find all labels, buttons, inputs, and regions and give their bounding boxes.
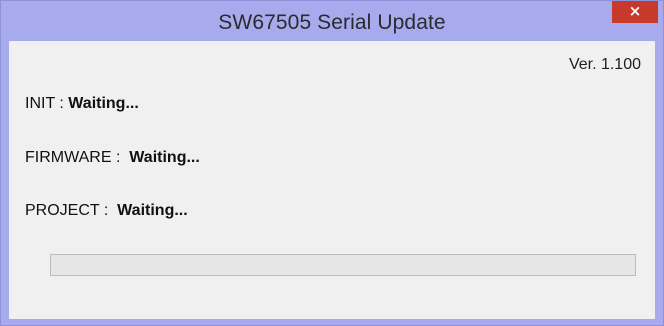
update-window: SW67505 Serial Update × Ver. 1.100 INIT … [0, 0, 664, 326]
firmware-separator: : [111, 149, 130, 166]
close-icon: × [628, 2, 642, 20]
title-bar[interactable]: SW67505 Serial Update × [1, 1, 663, 41]
init-status-value: Waiting... [68, 95, 139, 112]
project-status-row: PROJECT : Waiting... [25, 202, 188, 220]
project-label: PROJECT [25, 202, 100, 219]
firmware-status-value: Waiting... [129, 149, 200, 166]
init-label: INIT [25, 95, 55, 112]
firmware-status-row: FIRMWARE : Waiting... [25, 149, 200, 167]
firmware-label: FIRMWARE [25, 149, 112, 166]
project-separator: : [99, 202, 118, 219]
window-title: SW67505 Serial Update [218, 11, 446, 34]
init-separator: : [54, 95, 69, 112]
project-status-value: Waiting... [117, 202, 188, 219]
progress-bar [50, 254, 636, 276]
client-area: Ver. 1.100 INIT : Waiting... FIRMWARE : … [9, 41, 655, 319]
version-label: Ver. 1.100 [568, 56, 641, 73]
close-button[interactable]: × [612, 1, 658, 23]
init-status-row: INIT : Waiting... [25, 95, 139, 113]
